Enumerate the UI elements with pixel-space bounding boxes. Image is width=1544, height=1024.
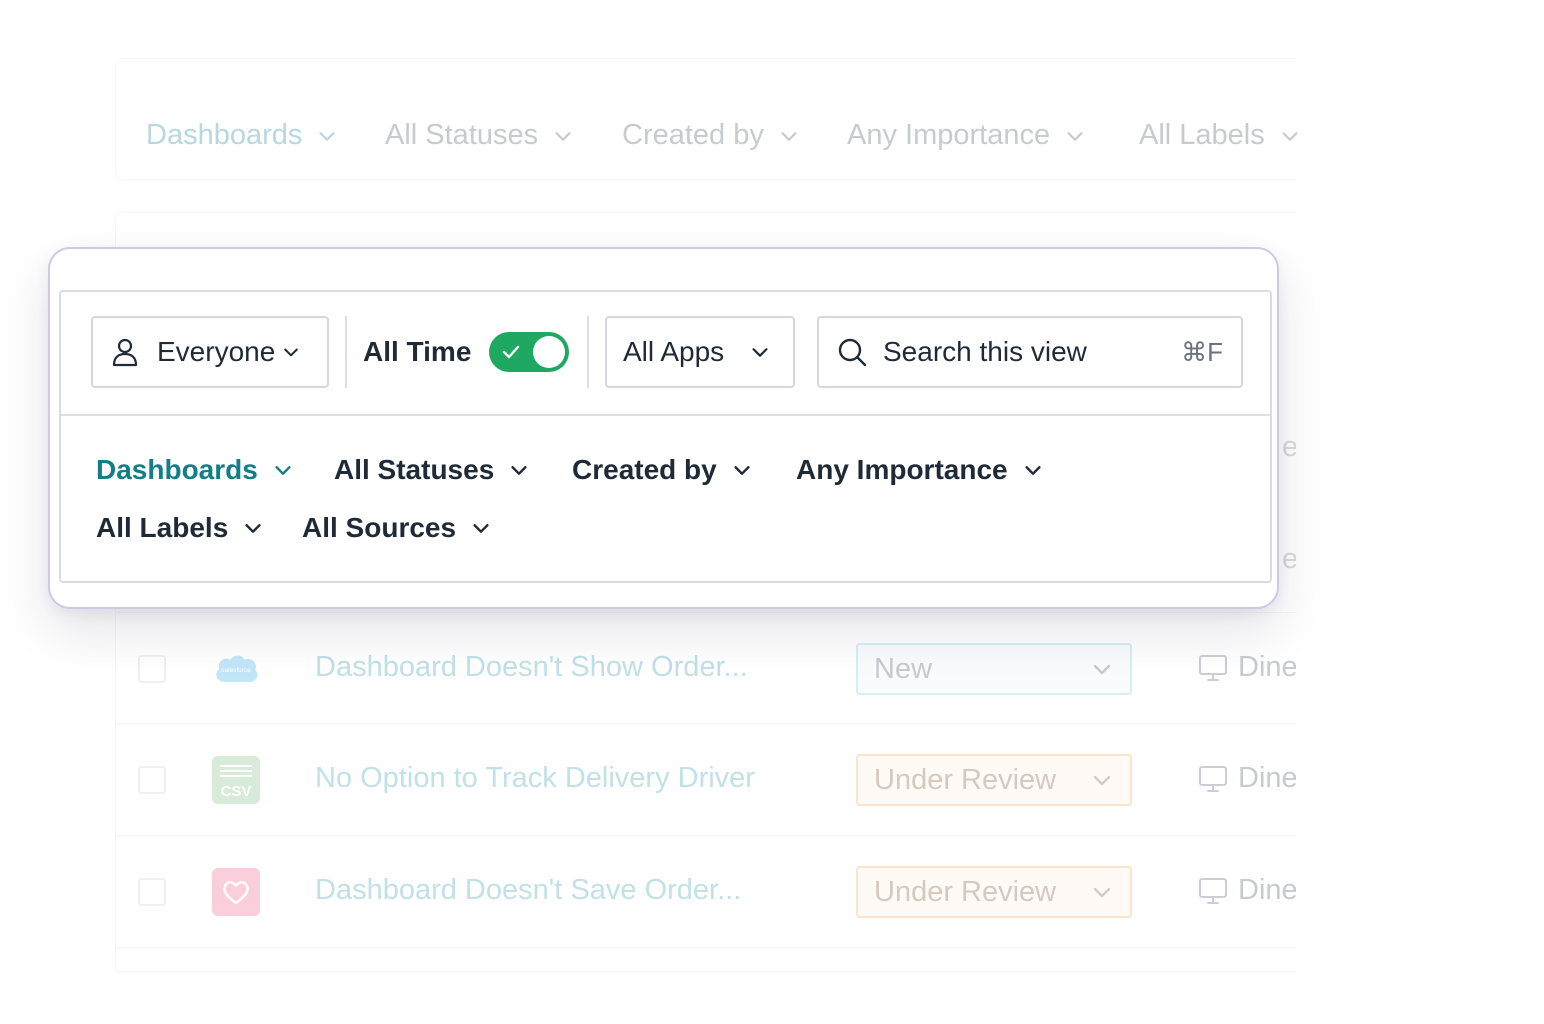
bg-filter-all-labels[interactable]: All Labels <box>1139 119 1301 152</box>
row-title[interactable]: No Option to Track Delivery Driver <box>315 762 755 795</box>
all-time-label: All Time <box>363 336 472 367</box>
chevron-down-icon <box>1282 131 1298 141</box>
filter-label: Created by <box>572 454 717 485</box>
chevron-down-icon <box>245 524 261 533</box>
device-label: Dine <box>1238 762 1296 794</box>
monitor-icon <box>1199 765 1227 792</box>
device-cell: Dine <box>1198 762 1296 795</box>
all-time-toggle-group: All Time <box>363 316 570 388</box>
bg-filter-label: All Statuses <box>385 119 539 151</box>
apps-label: All Apps <box>623 336 725 367</box>
filter-toolbar: Everyone All Time All Apps Search this v… <box>61 292 1270 416</box>
bg-filter-any-importance[interactable]: Any Importance <box>847 119 1086 152</box>
filter-dashboards[interactable]: Dashboards <box>96 454 294 486</box>
monitor-icon <box>1199 654 1227 681</box>
bg-filter-label: Created by <box>622 119 764 151</box>
status-label: New <box>874 652 933 685</box>
chevron-down-icon <box>1093 775 1111 786</box>
chevron-down-icon <box>319 131 335 141</box>
status-dropdown[interactable]: New <box>856 643 1132 695</box>
background-filter-bar: Dashboards All Statuses Created by Any I… <box>115 58 1298 180</box>
keyboard-shortcut: ⌘F <box>1181 336 1223 367</box>
row-title[interactable]: Dashboard Doesn't Show Order... <box>315 651 748 684</box>
status-label: Under Review <box>874 875 1057 908</box>
check-icon <box>503 345 520 359</box>
filter-all-statuses[interactable]: All Statuses <box>334 454 530 486</box>
chevron-down-icon <box>284 348 299 357</box>
app-stage: Dashboards All Statuses Created by Any I… <box>0 0 1544 1024</box>
filter-label: Any Importance <box>796 454 1008 485</box>
filter-label: All Labels <box>96 512 229 543</box>
device-cell: Dine <box>1198 874 1296 907</box>
status-dropdown[interactable]: Under Review <box>856 754 1132 806</box>
filter-label: All Statuses <box>334 454 495 485</box>
filter-panel: Everyone All Time All Apps Search this v… <box>59 290 1272 583</box>
peek-text: e <box>1282 431 1296 464</box>
chevron-down-icon <box>1093 664 1111 675</box>
status-dropdown[interactable]: Under Review <box>856 866 1132 918</box>
apps-dropdown[interactable]: All Apps <box>605 316 795 388</box>
chevron-down-icon <box>1067 131 1083 141</box>
chevron-down-icon <box>1025 466 1041 475</box>
bg-filter-label: Dashboards <box>146 119 303 151</box>
filter-all-labels[interactable]: All Labels <box>96 512 264 544</box>
heart-icon <box>212 868 260 916</box>
bg-filter-created-by[interactable]: Created by <box>622 119 800 152</box>
chevron-down-icon <box>511 466 527 475</box>
table-row[interactable]: Dashboard Doesn't Save Order... Under Re… <box>116 836 1296 948</box>
toggle-knob <box>533 336 566 368</box>
device-label: Dine <box>1238 651 1296 683</box>
chevron-down-icon <box>781 131 797 141</box>
bg-filter-all-statuses[interactable]: All Statuses <box>385 119 574 152</box>
row-title[interactable]: Dashboard Doesn't Save Order... <box>315 874 741 907</box>
filter-created-by[interactable]: Created by <box>572 454 753 486</box>
chevron-down-icon <box>734 466 750 475</box>
filter-label: Dashboards <box>96 454 258 485</box>
device-label: Dine <box>1238 874 1296 906</box>
monitor-icon <box>1199 877 1227 904</box>
search-icon <box>838 338 867 367</box>
peek-text: e <box>1282 543 1296 576</box>
divider <box>345 316 347 388</box>
chevron-down-icon <box>275 466 291 475</box>
status-label: Under Review <box>874 763 1057 796</box>
filter-label: All Sources <box>302 512 457 543</box>
bg-filter-label: All Labels <box>1139 119 1265 151</box>
chevron-down-icon <box>555 131 571 141</box>
filter-card: Everyone All Time All Apps Search this v… <box>48 247 1279 609</box>
row-checkbox[interactable] <box>138 878 166 906</box>
filter-any-importance[interactable]: Any Importance <box>796 454 1044 486</box>
search-input[interactable]: Search this view ⌘F <box>817 316 1243 388</box>
everyone-dropdown[interactable]: Everyone <box>91 316 329 388</box>
everyone-label: Everyone <box>157 336 276 367</box>
table-row[interactable]: salesforce Dashboard Doesn't Show Order.… <box>116 612 1296 724</box>
row-checkbox[interactable] <box>138 655 166 683</box>
salesforce-icon: salesforce <box>212 645 260 693</box>
row-checkbox[interactable] <box>138 766 166 794</box>
device-cell: Dine <box>1198 651 1296 684</box>
bg-filter-dashboards[interactable]: Dashboards <box>146 119 338 152</box>
bg-filter-label: Any Importance <box>847 119 1051 151</box>
divider <box>587 316 589 388</box>
search-placeholder: Search this view <box>883 336 1087 367</box>
chevron-down-icon <box>752 348 768 357</box>
chevron-down-icon <box>1093 887 1111 898</box>
filter-all-sources[interactable]: All Sources <box>302 512 492 544</box>
user-icon <box>112 338 138 367</box>
table-row[interactable]: CSV No Option to Track Delivery Driver U… <box>116 724 1296 836</box>
filter-chips: Dashboards All Statuses Created by Any I… <box>61 416 1270 581</box>
chevron-down-icon <box>473 524 489 533</box>
svg-text:CSV: CSV <box>221 783 252 800</box>
all-time-toggle[interactable] <box>489 332 570 372</box>
svg-text:salesforce: salesforce <box>221 667 251 674</box>
csv-icon: CSV <box>212 756 260 804</box>
